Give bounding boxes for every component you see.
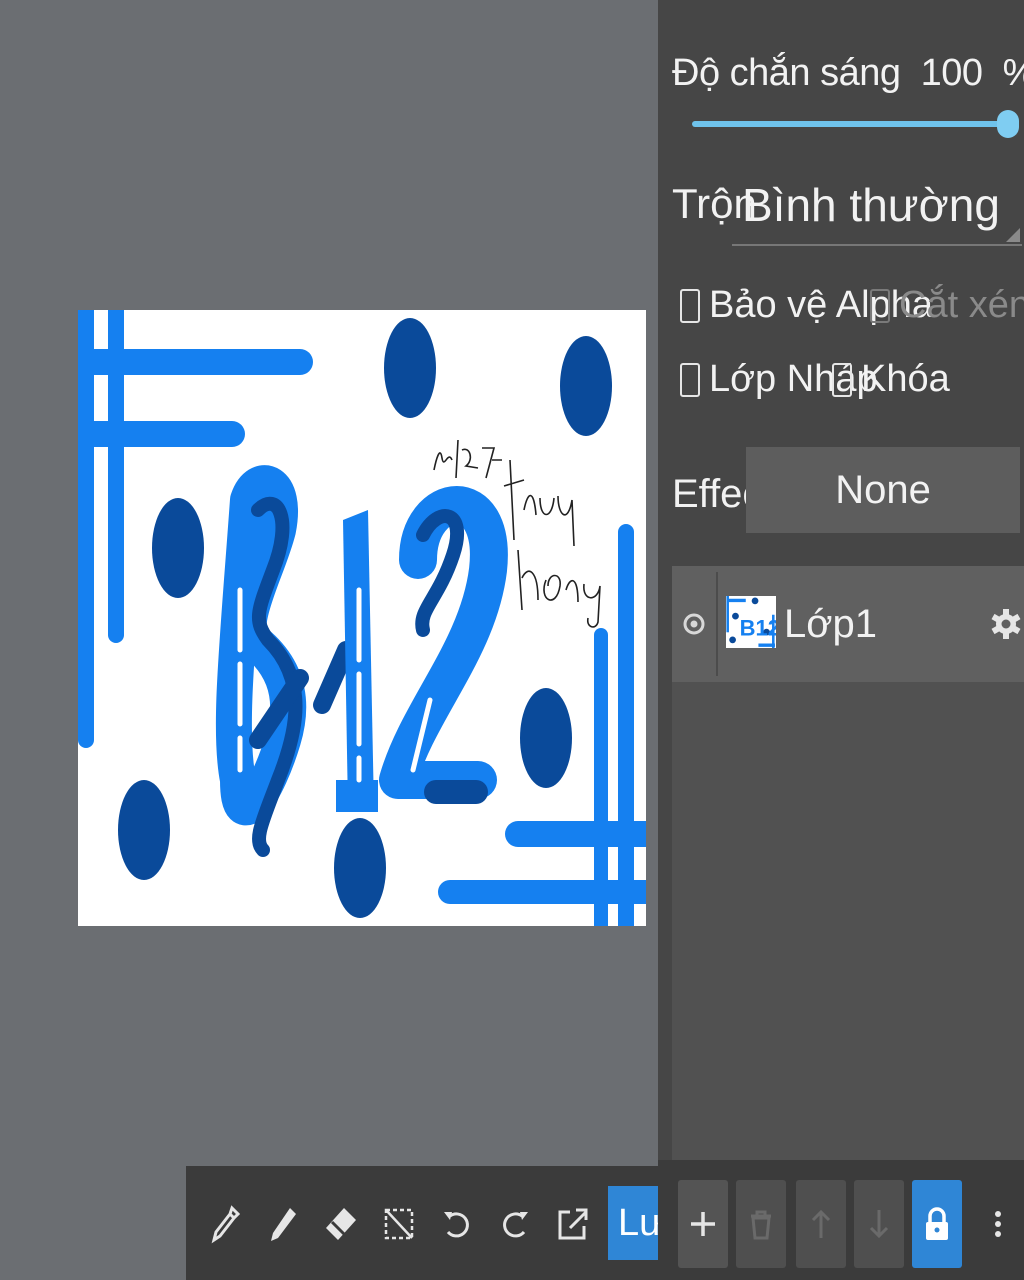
opacity-label-text: Độ chắn sáng: [672, 52, 901, 94]
more-options-button[interactable]: [978, 1180, 1018, 1268]
divider: [716, 572, 718, 676]
lock-icon: [926, 1207, 948, 1240]
letter-stroke: [313, 641, 355, 714]
clipping-label: Cắt xén: [899, 284, 1024, 326]
layer-properties-panel: Độ chắn sáng 100 % Trộn Bình thường Bảo …: [658, 0, 1024, 1280]
lock-label: Khóa: [861, 358, 950, 400]
more-vertical-icon: [995, 1211, 1001, 1237]
arrow-up-icon: [811, 1209, 831, 1238]
undo-icon[interactable]: [434, 1194, 480, 1254]
layer-name: Lớp1: [784, 602, 877, 646]
arrow-down-icon: [869, 1210, 889, 1239]
dot: [520, 688, 572, 788]
dot: [560, 336, 612, 436]
dot: [118, 780, 170, 880]
blend-mode-dropdown[interactable]: Bình thường: [732, 172, 1022, 246]
opacity-unit: %: [1003, 52, 1024, 94]
dropdown-arrow-icon: [1006, 228, 1020, 242]
dot: [384, 318, 436, 418]
gear-icon[interactable]: [990, 604, 1022, 644]
export-icon[interactable]: [550, 1194, 596, 1254]
plus-icon: [691, 1212, 715, 1236]
checkbox-box: [680, 288, 700, 323]
handwriting-stroke: [503, 459, 575, 547]
layer-actions-bar: [658, 1160, 1024, 1280]
opacity-slider-thumb[interactable]: [997, 110, 1019, 138]
move-layer-down-button[interactable]: [854, 1180, 904, 1268]
eyedropper-icon[interactable]: [202, 1194, 248, 1254]
checkbox-box: [832, 362, 852, 397]
eraser-icon[interactable]: [318, 1194, 364, 1254]
add-layer-button[interactable]: [678, 1180, 728, 1268]
effect-button[interactable]: None: [746, 447, 1020, 533]
blend-mode-value: Bình thường: [742, 179, 1000, 231]
artwork-canvas[interactable]: [78, 310, 646, 926]
layer-thumbnail: B12: [726, 596, 776, 648]
pen-icon[interactable]: [260, 1194, 306, 1254]
eye-icon[interactable]: [680, 610, 708, 638]
canvas-area[interactable]: [0, 0, 658, 1166]
lock-checkbox[interactable]: Khóa: [832, 358, 950, 401]
handwriting-stroke: [433, 439, 502, 479]
letter-stroke: [379, 486, 508, 799]
lock-layer-button[interactable]: [912, 1180, 962, 1268]
checkbox-box: [680, 362, 700, 397]
layer-row[interactable]: B12 Lớp1: [672, 566, 1024, 682]
handwriting-stroke: [517, 549, 601, 628]
opacity-slider[interactable]: [692, 121, 1002, 127]
clipping-checkbox[interactable]: Cắt xén: [870, 284, 1024, 327]
move-layer-up-button[interactable]: [796, 1180, 846, 1268]
dot: [152, 498, 204, 598]
letter-stroke: [336, 780, 378, 812]
selection-icon[interactable]: [376, 1194, 422, 1254]
opacity-value: 100: [920, 52, 983, 94]
opacity-label: Độ chắn sáng 100 %: [672, 52, 1024, 95]
redo-icon[interactable]: [492, 1194, 538, 1254]
save-button[interactable]: Lưu: [608, 1186, 658, 1260]
artwork-drawing: [78, 310, 646, 926]
thumbnail-text: B12: [740, 616, 776, 641]
bottom-toolbar: Lưu: [186, 1166, 658, 1280]
layer-list: B12 Lớp1: [672, 566, 1024, 1160]
delete-layer-button[interactable]: [736, 1180, 786, 1268]
dot: [334, 818, 386, 918]
trash-icon: [751, 1210, 771, 1240]
checkbox-box: [870, 288, 890, 323]
